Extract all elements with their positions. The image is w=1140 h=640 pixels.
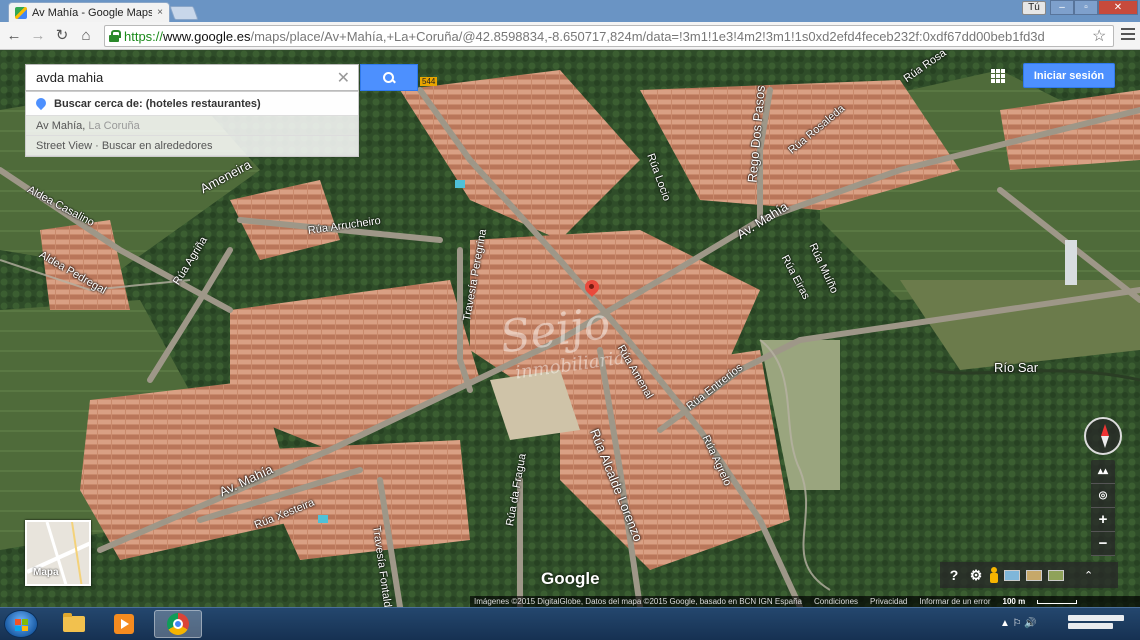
help-icon[interactable]: ?	[946, 567, 962, 583]
zoom-in-button[interactable]: +	[1091, 508, 1115, 532]
url-host: www.google.es	[163, 28, 251, 44]
attribution-text: Imágenes ©2015 DigitalGlobe, Datos del m…	[474, 597, 802, 606]
thumbnail-green[interactable]	[1048, 569, 1064, 581]
browser-tab[interactable]: Av Mahía - Google Maps ×	[8, 2, 170, 22]
map-type-toggle[interactable]: Mapa	[25, 520, 91, 586]
close-window-button[interactable]: ✕	[1098, 0, 1138, 15]
browser-toolbar: ← → ↻ ⌂ https:// www.google.es /maps/pla…	[0, 22, 1140, 50]
windows-logo-icon	[15, 619, 29, 631]
privacy-link[interactable]: Privacidad	[870, 597, 907, 606]
folder-icon	[63, 613, 85, 632]
tilt-icon[interactable]: ▴▴	[1091, 460, 1115, 484]
search-box[interactable]: ✕	[25, 64, 359, 91]
browser-menu-icon[interactable]	[1120, 25, 1136, 45]
new-tab-button[interactable]	[169, 6, 199, 20]
system-tray[interactable]: ▲ ⚐ 🔊	[1000, 618, 1037, 629]
scale-label[interactable]: 100 m	[1003, 597, 1026, 606]
taskbar-explorer[interactable]	[50, 610, 98, 638]
my-location-icon[interactable]: ◎	[1091, 484, 1115, 508]
back-button[interactable]: ←	[4, 26, 24, 46]
address-bar[interactable]: https:// www.google.es /maps/place/Av+Ma…	[104, 25, 1114, 47]
maximize-button[interactable]: ▫	[1074, 0, 1098, 15]
suggestion-label: Buscar cerca de: (hoteles restaurantes)	[54, 97, 261, 110]
tab-title: Av Mahía - Google Maps	[32, 6, 153, 19]
terms-link[interactable]: Condiciones	[814, 597, 858, 606]
browser-titlebar: Av Mahía - Google Maps × Tú – ▫ ✕	[0, 0, 1140, 22]
report-error-link[interactable]: Informar de un error	[919, 597, 990, 606]
search-input[interactable]	[36, 70, 326, 85]
search-button[interactable]	[360, 64, 418, 91]
chrome-icon	[167, 613, 189, 635]
scale-bar	[1037, 599, 1078, 604]
gear-icon[interactable]: ⚙	[968, 567, 984, 584]
place-marker-icon	[36, 98, 46, 110]
profile-button[interactable]: Tú	[1022, 1, 1046, 15]
suggestion-label: Street View · Buscar en alrededores	[36, 139, 213, 152]
thumbnail-terrain[interactable]	[1026, 569, 1042, 581]
clock[interactable]	[1068, 613, 1124, 635]
suggestion-label: Av Mahía,	[36, 119, 86, 132]
google-maps-favicon-icon	[15, 6, 27, 19]
suggestion-search-nearby[interactable]: Buscar cerca de: (hoteles restaurantes)	[26, 92, 358, 116]
minimap-label: Mapa	[33, 567, 59, 578]
clear-search-icon[interactable]: ✕	[337, 68, 350, 88]
compass-icon[interactable]	[1084, 417, 1122, 455]
suggestion-street-view[interactable]: Street View · Buscar en alrededores	[26, 136, 358, 156]
suggestion-sublabel: La Coruña	[88, 119, 140, 132]
bookmark-star-icon[interactable]: ☆	[1092, 26, 1106, 46]
minimize-button[interactable]: –	[1050, 0, 1074, 15]
media-player-icon	[114, 614, 134, 634]
chevron-up-icon[interactable]: ⌃	[1084, 569, 1093, 582]
forward-button[interactable]: →	[28, 26, 48, 46]
url-scheme: https://	[124, 28, 164, 44]
tab-close-icon[interactable]: ×	[157, 7, 163, 18]
google-logo: Google	[541, 569, 600, 588]
map-bottom-controls: ? ⚙ ⌃	[940, 562, 1118, 588]
zoom-out-button[interactable]: −	[1091, 532, 1115, 556]
apps-grid-icon[interactable]	[991, 69, 1005, 83]
map-footer: Imágenes ©2015 DigitalGlobe, Datos del m…	[470, 596, 1140, 607]
search-suggestions: Buscar cerca de: (hoteles restaurantes) …	[25, 91, 359, 157]
search-icon	[383, 71, 395, 84]
thumbnail-water[interactable]	[1004, 569, 1020, 581]
taskbar: ▲ ⚐ 🔊	[0, 607, 1140, 640]
location-pin-icon[interactable]	[585, 280, 599, 300]
map-label-rio-sar: Río Sar	[994, 360, 1039, 375]
home-button[interactable]: ⌂	[76, 26, 96, 46]
reload-button[interactable]: ↻	[52, 26, 72, 46]
pegman-icon[interactable]	[990, 567, 998, 583]
lock-icon	[109, 30, 121, 42]
suggestion-place[interactable]: Av Mahía, La Coruña	[26, 116, 358, 136]
road-number-badge: 544	[420, 77, 438, 86]
taskbar-media-player[interactable]	[100, 610, 148, 638]
start-button[interactable]	[4, 610, 38, 638]
map-controls: ▴▴ ◎ + −	[1091, 460, 1115, 556]
taskbar-chrome[interactable]	[154, 610, 202, 638]
satellite-map[interactable]: Ameneira Aldea Casalino Aldea Pedregal R…	[0, 50, 1140, 607]
sign-in-button[interactable]: Iniciar sesión	[1023, 63, 1115, 88]
url-path: /maps/place/Av+Mahía,+La+Coruña/@42.8598…	[250, 28, 1045, 44]
